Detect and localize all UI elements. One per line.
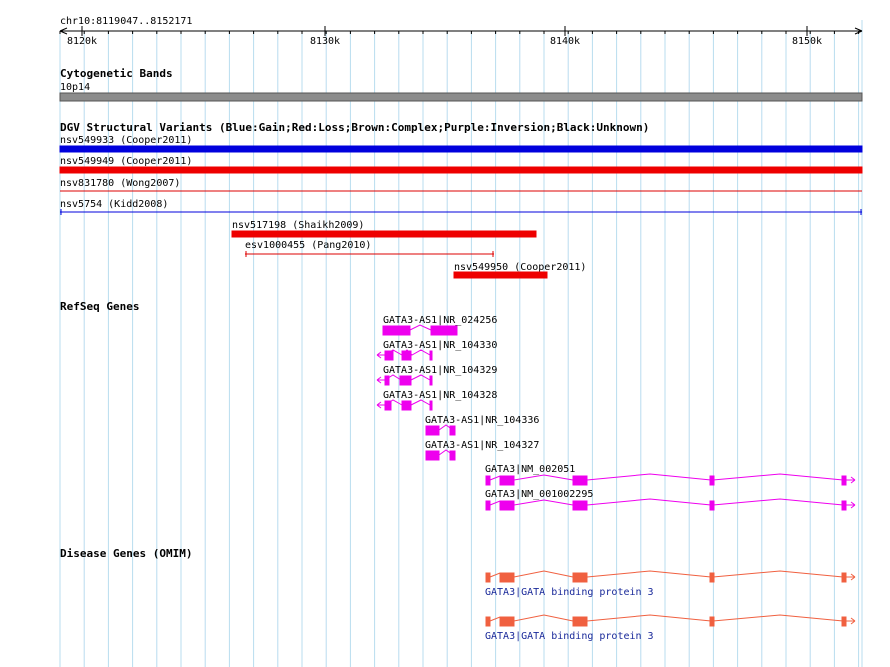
variant-label: nsv5754 (Kidd2008) bbox=[60, 199, 168, 210]
cytoband-label: 10p14 bbox=[60, 82, 90, 93]
transcript-label: GATA3-AS1|NR_104330 bbox=[383, 340, 497, 351]
variant-label: nsv517198 (Shaikh2009) bbox=[232, 220, 364, 231]
omim-gene-model[interactable] bbox=[485, 614, 856, 627]
transcript-label: GATA3|NM_001002295 bbox=[485, 489, 593, 500]
ruler-tick-label: 8130k bbox=[310, 36, 340, 47]
transcript-model[interactable] bbox=[382, 324, 458, 336]
cytoband-track[interactable]: Cytogenetic Bands 10p14 bbox=[59, 67, 863, 102]
ruler-tick-label: 8140k bbox=[550, 36, 580, 47]
ruler-tick-label: 8150k bbox=[792, 36, 822, 47]
transcript-label: GATA3|NM_002051 bbox=[485, 464, 575, 475]
omim-gene-label[interactable]: GATA3|GATA binding protein 3 bbox=[485, 631, 654, 642]
track-title-omim: Disease Genes (OMIM) bbox=[60, 547, 192, 560]
transcript-model[interactable] bbox=[376, 399, 433, 411]
omim-track[interactable]: Disease Genes (OMIM) GATA3|GATA binding … bbox=[60, 547, 856, 642]
track-title-cytobands: Cytogenetic Bands bbox=[60, 67, 173, 80]
refseq-track[interactable]: RefSeq Genes GATA3-AS1|NR_024256 GATA3-A… bbox=[60, 300, 856, 511]
variant-bar-loss[interactable] bbox=[453, 271, 548, 279]
cytoband-bar[interactable] bbox=[59, 92, 863, 102]
variant-bar-gain[interactable] bbox=[59, 145, 863, 153]
dgv-track[interactable]: DGV Structural Variants (Blue:Gain;Red:L… bbox=[59, 121, 863, 279]
transcript-label: GATA3-AS1|NR_104328 bbox=[383, 390, 497, 401]
ruler-track[interactable]: chr10:8119047..8152171 8120k 8130k 8140k… bbox=[59, 16, 863, 47]
transcript-label: GATA3-AS1|NR_104327 bbox=[425, 440, 539, 451]
track-title-dgv: DGV Structural Variants (Blue:Gain;Red:L… bbox=[60, 121, 649, 134]
transcript-model[interactable] bbox=[485, 473, 856, 486]
transcript-model[interactable] bbox=[376, 349, 433, 361]
region-label: chr10:8119047..8152171 bbox=[60, 16, 192, 27]
variant-label: esv1000455 (Pang2010) bbox=[245, 240, 371, 251]
transcript-label: GATA3-AS1|NR_104329 bbox=[383, 365, 497, 376]
variant-line-gain[interactable] bbox=[60, 209, 862, 215]
genome-browser-panel: chr10:8119047..8152171 8120k 8130k 8140k… bbox=[59, 16, 863, 667]
transcript-model[interactable] bbox=[425, 449, 456, 461]
variant-label: nsv549949 (Cooper2011) bbox=[60, 156, 192, 167]
transcript-model[interactable] bbox=[485, 498, 856, 511]
variant-bar-loss[interactable] bbox=[231, 230, 537, 238]
transcript-model[interactable] bbox=[376, 374, 433, 386]
variant-bar-loss[interactable] bbox=[59, 166, 863, 174]
transcript-label: GATA3-AS1|NR_104336 bbox=[425, 415, 539, 426]
variant-label: nsv549950 (Cooper2011) bbox=[454, 262, 586, 273]
variant-label: nsv831780 (Wong2007) bbox=[60, 178, 180, 189]
transcript-model[interactable] bbox=[425, 424, 456, 436]
omim-gene-label[interactable]: GATA3|GATA binding protein 3 bbox=[485, 587, 654, 598]
variant-line-loss[interactable] bbox=[245, 251, 494, 257]
variant-label: nsv549933 (Cooper2011) bbox=[60, 135, 192, 146]
ruler-tick-label: 8120k bbox=[67, 36, 97, 47]
omim-gene-model[interactable] bbox=[485, 570, 856, 583]
transcript-label: GATA3-AS1|NR_024256 bbox=[383, 315, 497, 326]
track-title-refseq: RefSeq Genes bbox=[60, 300, 139, 313]
